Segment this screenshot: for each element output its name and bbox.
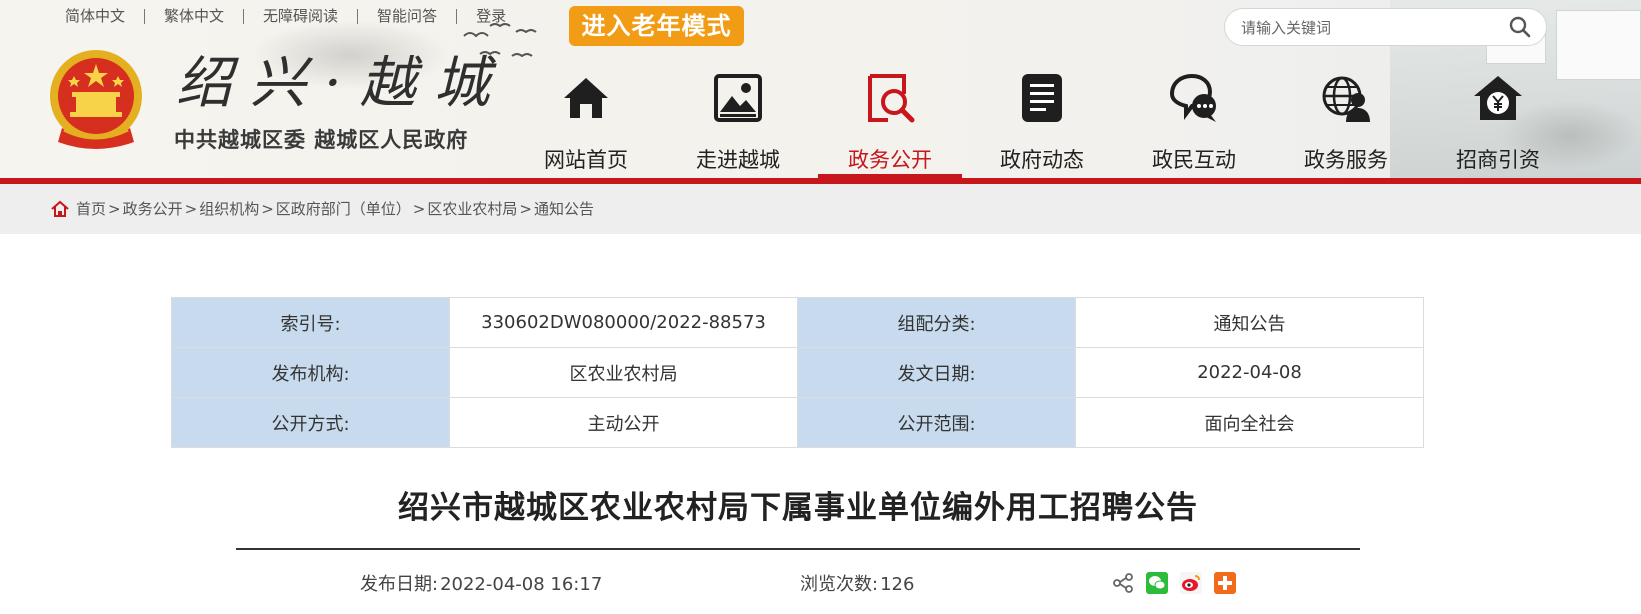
info-value-doc-date: 2022-04-08 — [1075, 347, 1424, 398]
nav-label: 网站首页 — [544, 148, 628, 172]
wechat-icon[interactable] — [1146, 572, 1168, 594]
picture-icon — [714, 74, 762, 122]
nav-item-about[interactable]: 走进越城 — [662, 62, 814, 178]
document-info-table: 索引号: 330602DW080000/2022-88573 组配分类: 通知公… — [171, 297, 1424, 448]
breadcrumb-bar: 首页 > 政务公开 > 组织机构 > 区政府部门（单位） > 区农业农村局 > … — [0, 184, 1641, 234]
top-link-smart-qa[interactable]: 智能问答 — [358, 8, 458, 24]
nav-label: 政务服务 — [1304, 148, 1388, 172]
info-value-index: 330602DW080000/2022-88573 — [449, 297, 798, 348]
nav-label: 招商引资 — [1456, 148, 1540, 172]
main-nav: 网站首页 走进越城 政务公开 政府动态 政民互动 政务服务 招商引资 — [510, 62, 1574, 178]
yuan-house-icon — [1474, 76, 1522, 120]
breadcrumb-separator: > — [108, 199, 121, 218]
nav-item-gov-news[interactable]: 政府动态 — [966, 62, 1118, 178]
info-value-scope: 面向全社会 — [1075, 397, 1424, 448]
nav-label: 政民互动 — [1152, 148, 1236, 172]
site-header: 简体中文 繁体中文 无障碍阅读 智能问答 登录 进入老年模式 绍兴·越城 中共越… — [0, 0, 1641, 178]
breadcrumb-link-home[interactable]: 首页 — [76, 198, 106, 219]
breadcrumb-link-notices[interactable]: 通知公告 — [534, 198, 594, 219]
nav-item-interaction[interactable]: 政民互动 — [1118, 62, 1270, 178]
top-link-traditional[interactable]: 繁体中文 — [145, 8, 245, 24]
breadcrumb: 首页 > 政务公开 > 组织机构 > 区政府部门（单位） > 区农业农村局 > … — [50, 198, 594, 219]
breadcrumb-link-departments[interactable]: 区政府部门（单位） — [276, 198, 411, 219]
site-logo-subtitle: 中共越城区委 越城区人民政府 — [174, 128, 469, 152]
info-key-index: 索引号: — [171, 297, 450, 348]
chat-icon — [1169, 73, 1216, 122]
view-count: 浏览次数: 126 — [800, 570, 914, 596]
search-box — [1224, 8, 1547, 46]
add-share-icon[interactable] — [1214, 572, 1236, 594]
top-link-accessible[interactable]: 无障碍阅读 — [244, 8, 359, 24]
senior-mode-button[interactable]: 进入老年模式 — [569, 6, 744, 46]
info-value-category: 通知公告 — [1075, 297, 1424, 348]
nav-label: 政务公开 — [848, 148, 932, 172]
nav-label: 政府动态 — [1000, 148, 1084, 172]
share-bar — [1112, 572, 1236, 594]
table-row: 索引号: 330602DW080000/2022-88573 组配分类: 通知公… — [171, 297, 1424, 348]
info-key-scope: 公开范围: — [797, 397, 1076, 448]
document-search-icon — [868, 74, 915, 123]
publish-date-label: 发布日期: — [360, 574, 439, 595]
weibo-icon[interactable] — [1180, 572, 1202, 594]
title-divider — [236, 548, 1360, 550]
info-value-open-mode: 主动公开 — [449, 397, 798, 448]
publish-date: 发布日期: 2022-04-08 16:17 — [360, 570, 602, 596]
nav-item-gov-affairs[interactable]: 政务公开 — [814, 62, 966, 178]
breadcrumb-link-org[interactable]: 组织机构 — [199, 198, 259, 219]
breadcrumb-separator: > — [519, 199, 532, 218]
info-key-publisher: 发布机构: — [171, 347, 450, 398]
share-icon[interactable] — [1112, 572, 1134, 594]
home-icon — [51, 200, 69, 217]
globe-person-icon — [1322, 76, 1370, 122]
nav-item-home[interactable]: 网站首页 — [510, 62, 662, 178]
nav-label: 走进越城 — [696, 148, 780, 172]
home-icon — [564, 78, 608, 118]
article-title: 绍兴市越城区农业农村局下属事业单位编外用工招聘公告 — [398, 490, 1198, 526]
site-logo-title[interactable]: 绍兴·越城 — [176, 54, 508, 114]
national-emblem-icon — [50, 50, 142, 149]
top-link-simplified[interactable]: 简体中文 — [46, 8, 146, 24]
breadcrumb-separator: > — [412, 199, 426, 218]
top-links: 简体中文 繁体中文 无障碍阅读 智能问答 登录 — [46, 4, 525, 28]
view-count-label: 浏览次数: — [800, 574, 879, 595]
info-key-doc-date: 发文日期: — [797, 347, 1076, 398]
nav-item-services[interactable]: 政务服务 — [1270, 62, 1422, 178]
breadcrumb-separator: > — [261, 199, 274, 218]
table-row: 公开方式: 主动公开 公开范围: 面向全社会 — [171, 397, 1424, 448]
info-value-publisher: 区农业农村局 — [449, 347, 798, 398]
publish-date-value: 2022-04-08 16:17 — [440, 574, 603, 595]
breadcrumb-link-agriculture-bureau[interactable]: 区农业农村局 — [427, 198, 517, 219]
view-count-value: 126 — [880, 574, 915, 595]
search-icon[interactable] — [1509, 16, 1531, 38]
breadcrumb-separator: > — [184, 199, 198, 218]
info-key-open-mode: 公开方式: — [171, 397, 450, 448]
nav-item-investment[interactable]: 招商引资 — [1422, 62, 1574, 178]
info-key-category: 组配分类: — [797, 297, 1076, 348]
table-row: 发布机构: 区农业农村局 发文日期: 2022-04-08 — [171, 347, 1424, 398]
breadcrumb-link-gov-affairs[interactable]: 政务公开 — [123, 198, 183, 219]
search-input[interactable] — [1241, 17, 1491, 39]
news-icon — [1022, 74, 1062, 122]
